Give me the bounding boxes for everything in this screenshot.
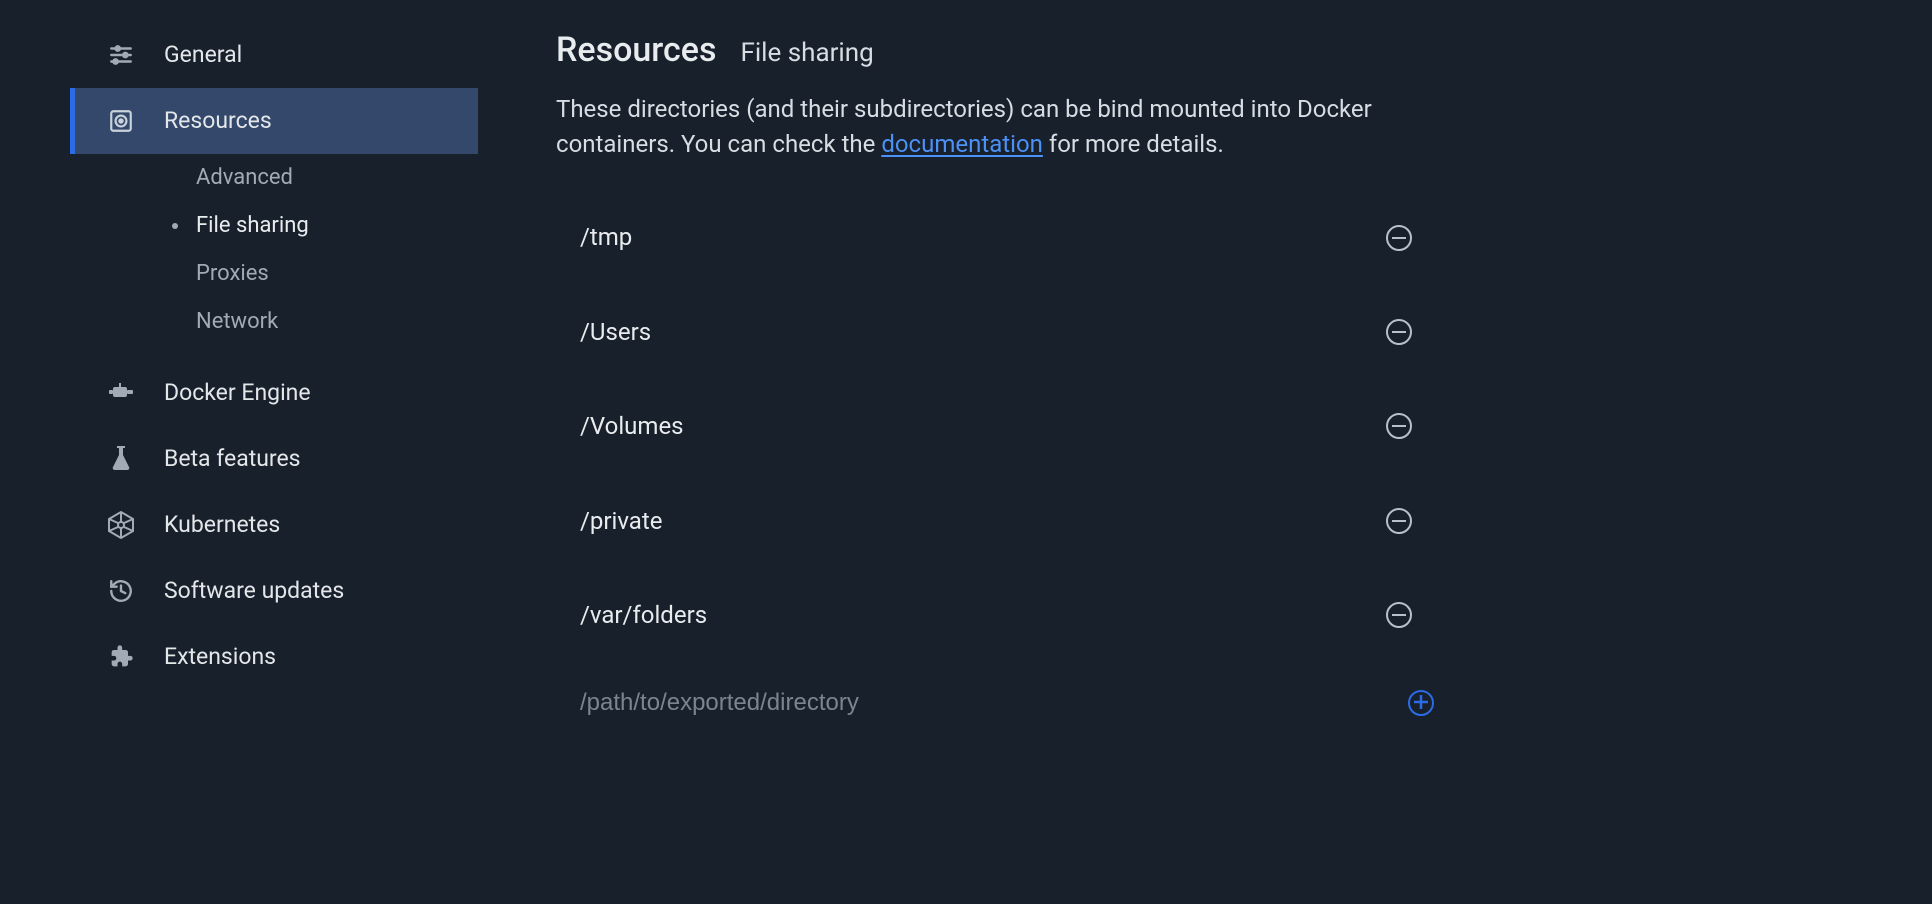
sidebar-subitem-label: Network [196,307,278,337]
settings-sidebar: General Resources Advanced File sharing … [0,0,478,904]
sidebar-subitem-file-sharing[interactable]: File sharing [70,202,478,250]
page-heading: Resources File sharing [556,28,1798,74]
page-subtitle: File sharing [740,36,873,71]
sidebar-subitem-label: File sharing [196,211,309,241]
sidebar-item-label: Software updates [164,575,344,606]
remove-directory-button[interactable] [1386,602,1412,628]
kubernetes-icon [106,510,136,540]
directory-row: /Users [556,304,1436,360]
directory-path: /tmp [580,221,632,253]
minus-circle-icon [1392,425,1406,427]
sidebar-subitem-network[interactable]: Network [70,298,478,346]
directories-list: /tmp /Users /Volumes [556,209,1436,725]
minus-circle-icon [1392,614,1406,616]
minus-circle-icon [1392,237,1406,239]
directory-path: /var/folders [580,599,707,631]
sidebar-item-label: Extensions [164,641,276,672]
directory-path: /Users [580,316,651,348]
puzzle-icon [106,642,136,672]
directory-row: /private [556,493,1436,549]
sidebar-item-label: Docker Engine [164,377,311,408]
sidebar-subitem-proxies[interactable]: Proxies [70,250,478,298]
remove-directory-button[interactable] [1386,413,1412,439]
sidebar-item-label: General [164,39,242,70]
engine-icon [106,378,136,408]
add-directory-row [556,681,1436,725]
minus-circle-icon [1392,520,1406,522]
directory-row: /var/folders [556,587,1436,643]
directory-path: /private [580,505,662,537]
remove-directory-button[interactable] [1386,225,1412,251]
description-text-post: for more details. [1043,130,1224,158]
main-panel: Resources File sharing These directories… [478,0,1858,904]
sidebar-item-label: Kubernetes [164,509,280,540]
documentation-link[interactable]: documentation [881,130,1043,158]
add-directory-input[interactable] [580,689,1368,717]
sidebar-item-software-updates[interactable]: Software updates [70,558,478,624]
sidebar-subitem-label: Proxies [196,259,269,289]
plus-circle-icon [1414,695,1428,712]
directory-row: /tmp [556,209,1436,265]
directory-row: /Volumes [556,398,1436,454]
directory-path: /Volumes [580,410,684,442]
flask-icon [106,444,136,474]
disk-icon [106,106,136,136]
page-description: These directories (and their subdirector… [556,92,1386,162]
add-directory-button[interactable] [1408,690,1434,716]
sidebar-item-resources[interactable]: Resources [70,88,478,154]
sidebar-subitem-advanced[interactable]: Advanced [70,154,478,202]
bullet-icon [172,223,178,229]
remove-directory-button[interactable] [1386,508,1412,534]
sidebar-item-docker-engine[interactable]: Docker Engine [70,360,478,426]
remove-directory-button[interactable] [1386,319,1412,345]
minus-circle-icon [1392,331,1406,333]
sidebar-item-beta-features[interactable]: Beta features [70,426,478,492]
history-icon [106,576,136,606]
sidebar-subitem-label: Advanced [196,163,293,193]
sidebar-item-kubernetes[interactable]: Kubernetes [70,492,478,558]
sidebar-item-extensions[interactable]: Extensions [70,624,478,690]
sidebar-item-label: Resources [164,105,272,136]
page-title: Resources [556,28,716,74]
sliders-icon [106,40,136,70]
sidebar-item-label: Beta features [164,443,301,474]
sidebar-item-general[interactable]: General [70,22,478,88]
